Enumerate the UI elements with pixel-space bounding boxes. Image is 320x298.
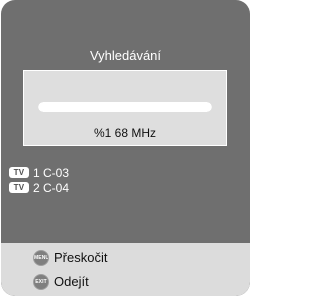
skip-label: Přeskočit [54, 250, 108, 265]
list-item: TV 1 C-03 [9, 165, 209, 180]
channel-search-dialog: Vyhledávání %1 68 MHz TV 1 C-03 TV 2 C-0… [1, 0, 250, 296]
progress-panel: %1 68 MHz [23, 70, 227, 146]
tv-icon: TV [9, 182, 29, 193]
channel-label: 1 C-03 [33, 165, 70, 180]
skip-button[interactable]: MENU Přeskočit [33, 248, 107, 268]
list-item: TV 2 C-04 [9, 180, 209, 195]
exit-label: Odejít [54, 274, 89, 289]
progress-bar [38, 102, 212, 112]
exit-key-icon: EXIT [33, 274, 49, 290]
found-channel-list: TV 1 C-03 TV 2 C-04 [9, 165, 209, 195]
channel-label: 2 C-04 [33, 180, 70, 195]
progress-bar-fill [38, 102, 212, 112]
dialog-title: Vyhledávání [89, 48, 162, 63]
progress-status: %1 68 MHz [93, 126, 157, 140]
menu-key-icon: MENU [33, 250, 49, 266]
footer-help-bar: MENU Přeskočit EXIT Odejít [1, 243, 250, 296]
exit-button[interactable]: EXIT Odejít [33, 272, 89, 292]
tv-icon: TV [9, 167, 29, 178]
